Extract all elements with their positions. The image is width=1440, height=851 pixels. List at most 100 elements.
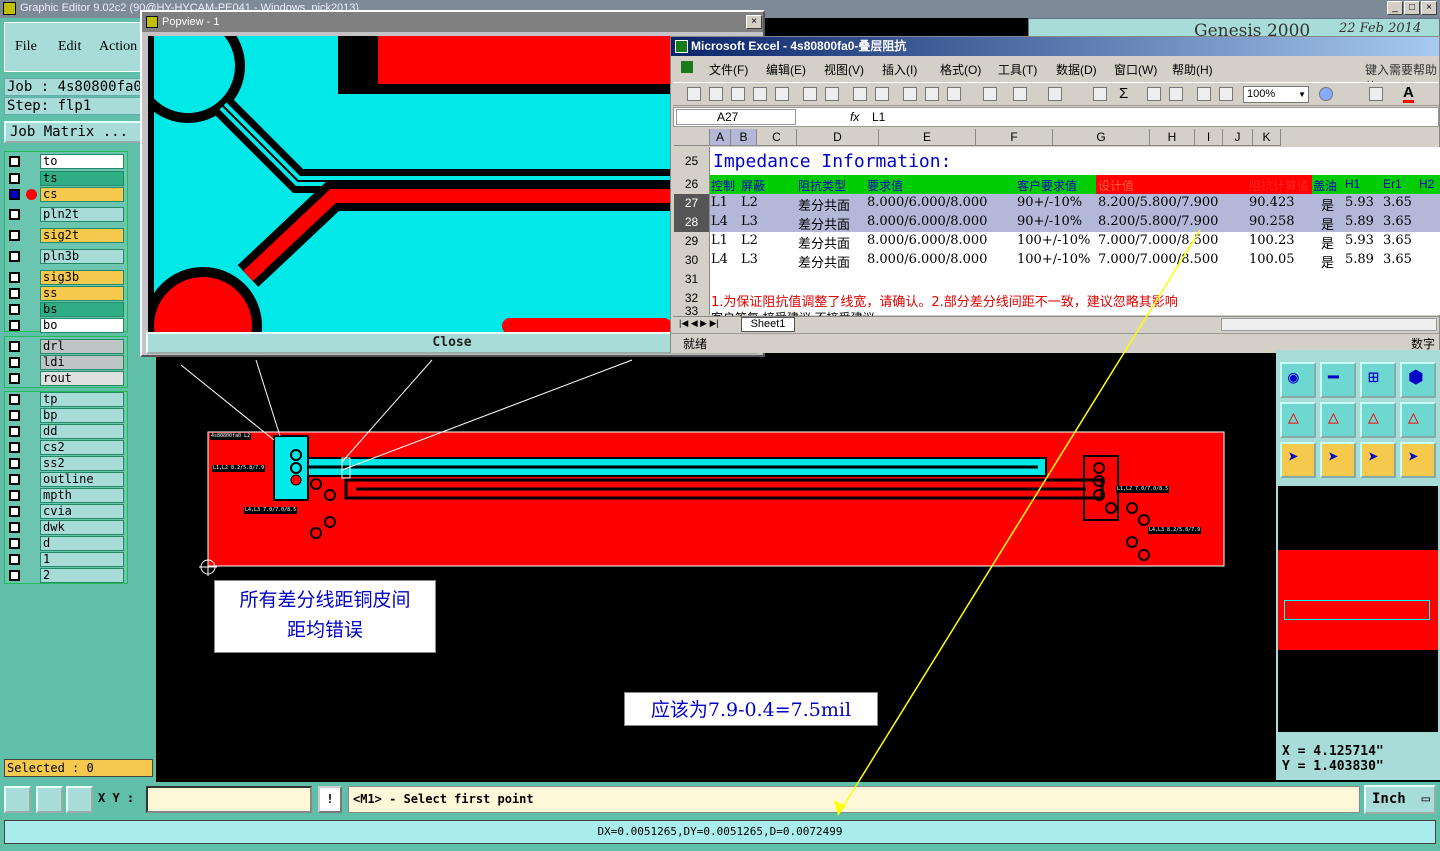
font-color-icon[interactable]: A [1403, 85, 1414, 103]
data-cell[interactable]: 3.65 [1383, 233, 1412, 248]
layer-name[interactable]: ss2 [40, 456, 124, 471]
data-cell[interactable]: 3.65 [1383, 252, 1412, 267]
layer-name[interactable]: 2 [40, 568, 124, 583]
layer-checkbox[interactable] [9, 394, 20, 405]
popview-close-button[interactable]: Close [146, 332, 758, 354]
popview-close-x[interactable]: × [746, 15, 762, 29]
triangle-add-icon[interactable]: △ [1280, 402, 1316, 438]
data-cell[interactable]: 7.000/7.000/8.500 [1098, 252, 1218, 267]
header-cell[interactable]: 要求值 [867, 177, 903, 194]
header-cell[interactable]: Er1 [1383, 177, 1402, 191]
menu-action[interactable]: Action [99, 39, 137, 55]
formula-input[interactable]: L1 [872, 110, 885, 124]
layer-row[interactable]: cvia [4, 504, 124, 519]
row-header[interactable]: 25 [674, 147, 710, 175]
excel-menu-help[interactable]: 帮助(H) [1172, 61, 1213, 78]
header-cell[interactable]: H2 [1419, 177, 1434, 191]
row-header[interactable]: 26 [674, 175, 710, 194]
data-cell[interactable]: L4 [711, 214, 728, 229]
data-cell[interactable]: 90.258 [1249, 214, 1295, 229]
layer-checkbox[interactable] [9, 189, 20, 200]
layer-name[interactable]: mpth [40, 488, 124, 503]
print-icon[interactable] [803, 87, 817, 101]
save-icon[interactable] [731, 87, 745, 101]
column-header[interactable]: C [757, 129, 797, 146]
layer-checkbox[interactable] [9, 474, 20, 485]
print-preview-icon[interactable] [825, 87, 839, 101]
help-icon[interactable] [1319, 87, 1333, 101]
data-cell[interactable]: 90.423 [1249, 195, 1295, 210]
layer-checkbox[interactable] [9, 373, 20, 384]
layer-name[interactable]: to [40, 154, 124, 169]
layer-row[interactable]: ss2 [4, 456, 124, 471]
layer-name[interactable]: drl [40, 339, 124, 354]
layer-checkbox[interactable] [9, 442, 20, 453]
close-window-button[interactable]: × [1421, 1, 1437, 15]
layer-row[interactable]: d [4, 536, 124, 551]
layer-name[interactable]: tp [40, 392, 124, 407]
fill-color-icon[interactable] [1369, 87, 1383, 101]
triangle-edit-icon[interactable]: △ [1320, 402, 1356, 438]
layer-row[interactable]: outline [4, 472, 124, 487]
layer-row[interactable]: dwk [4, 520, 124, 535]
triangle-delete-icon[interactable]: △ [1400, 402, 1436, 438]
layer-name[interactable]: cvia [40, 504, 124, 519]
select-icon[interactable]: ➤ [1320, 442, 1356, 478]
data-cell[interactable]: 7.000/7.000/8.500 [1098, 233, 1218, 248]
layer-name[interactable]: bo [40, 318, 124, 333]
excel-menu-tools[interactable]: 工具(T) [998, 61, 1037, 78]
column-header[interactable]: I [1195, 129, 1223, 146]
layer-checkbox[interactable] [9, 570, 20, 581]
pointer-icon[interactable]: ➤ [1280, 442, 1316, 478]
header-cell[interactable]: 屏蔽 [741, 177, 765, 194]
data-cell[interactable]: 100+/-10% [1017, 233, 1090, 248]
layer-row[interactable]: pln2t [4, 207, 124, 222]
layer-name[interactable]: 1 [40, 552, 124, 567]
layer-name[interactable]: ldi [40, 355, 124, 370]
header-cell[interactable]: 阻抗类型 [798, 177, 846, 194]
layer-row[interactable]: rout [4, 371, 124, 386]
data-cell[interactable]: 差分共面 [798, 214, 850, 233]
header-cell[interactable]: 控制 [711, 177, 735, 194]
add-pad-icon[interactable]: ◉ [1280, 362, 1316, 398]
excel-menu-format[interactable]: 格式(O) [940, 61, 981, 78]
layer-name[interactable]: sig3b [40, 270, 124, 285]
data-cell[interactable]: L1 [711, 195, 728, 210]
undo-icon[interactable] [1013, 87, 1027, 101]
data-cell[interactable]: 是 [1321, 214, 1334, 233]
layer-name[interactable]: ss [40, 286, 124, 301]
layer-row[interactable]: dd [4, 424, 124, 439]
row-header[interactable]: 29 [674, 232, 710, 251]
overview-map[interactable] [1278, 486, 1438, 732]
paste-icon[interactable] [947, 87, 961, 101]
layer-row[interactable]: cs [4, 187, 124, 202]
column-header[interactable]: K [1253, 129, 1281, 146]
excel-menu-data[interactable]: 数据(D) [1056, 61, 1097, 78]
row-header[interactable]: 30 [674, 251, 710, 270]
layer-name[interactable]: dwk [40, 520, 124, 535]
excel-menu-view[interactable]: 视图(V) [824, 61, 864, 78]
alert-icon[interactable]: ! [318, 786, 342, 813]
data-cell[interactable]: 8.000/6.000/8.000 [867, 233, 987, 248]
data-cell[interactable]: 100+/-10% [1017, 252, 1090, 267]
layer-checkbox[interactable] [9, 490, 20, 501]
header-cell[interactable]: 阻抗计算值 [1249, 177, 1309, 194]
header-cell[interactable]: 设计值 [1098, 177, 1134, 194]
data-cell[interactable]: L1 [711, 233, 728, 248]
layer-name[interactable]: cs [40, 187, 124, 202]
layer-row[interactable]: sig3b [4, 270, 124, 285]
new-icon[interactable] [687, 87, 701, 101]
sheet-nav-icon[interactable]: |◀ ◀ ▶ ▶| [679, 318, 719, 329]
data-cell[interactable]: 100.05 [1249, 252, 1295, 267]
data-cell[interactable]: 5.89 [1345, 214, 1374, 229]
layer-checkbox[interactable] [9, 272, 20, 283]
data-cell[interactable]: 100.23 [1249, 233, 1295, 248]
data-cell[interactable]: 8.200/5.800/7.900 [1098, 214, 1218, 229]
column-header[interactable]: H [1150, 129, 1195, 146]
layer-row[interactable]: ts [4, 171, 124, 186]
unit-select[interactable]: Inch ▭ [1364, 785, 1436, 814]
layer-checkbox[interactable] [9, 304, 20, 315]
data-cell[interactable]: L3 [741, 252, 758, 267]
layer-row[interactable]: bp [4, 408, 124, 423]
data-cell[interactable]: 3.65 [1383, 195, 1412, 210]
